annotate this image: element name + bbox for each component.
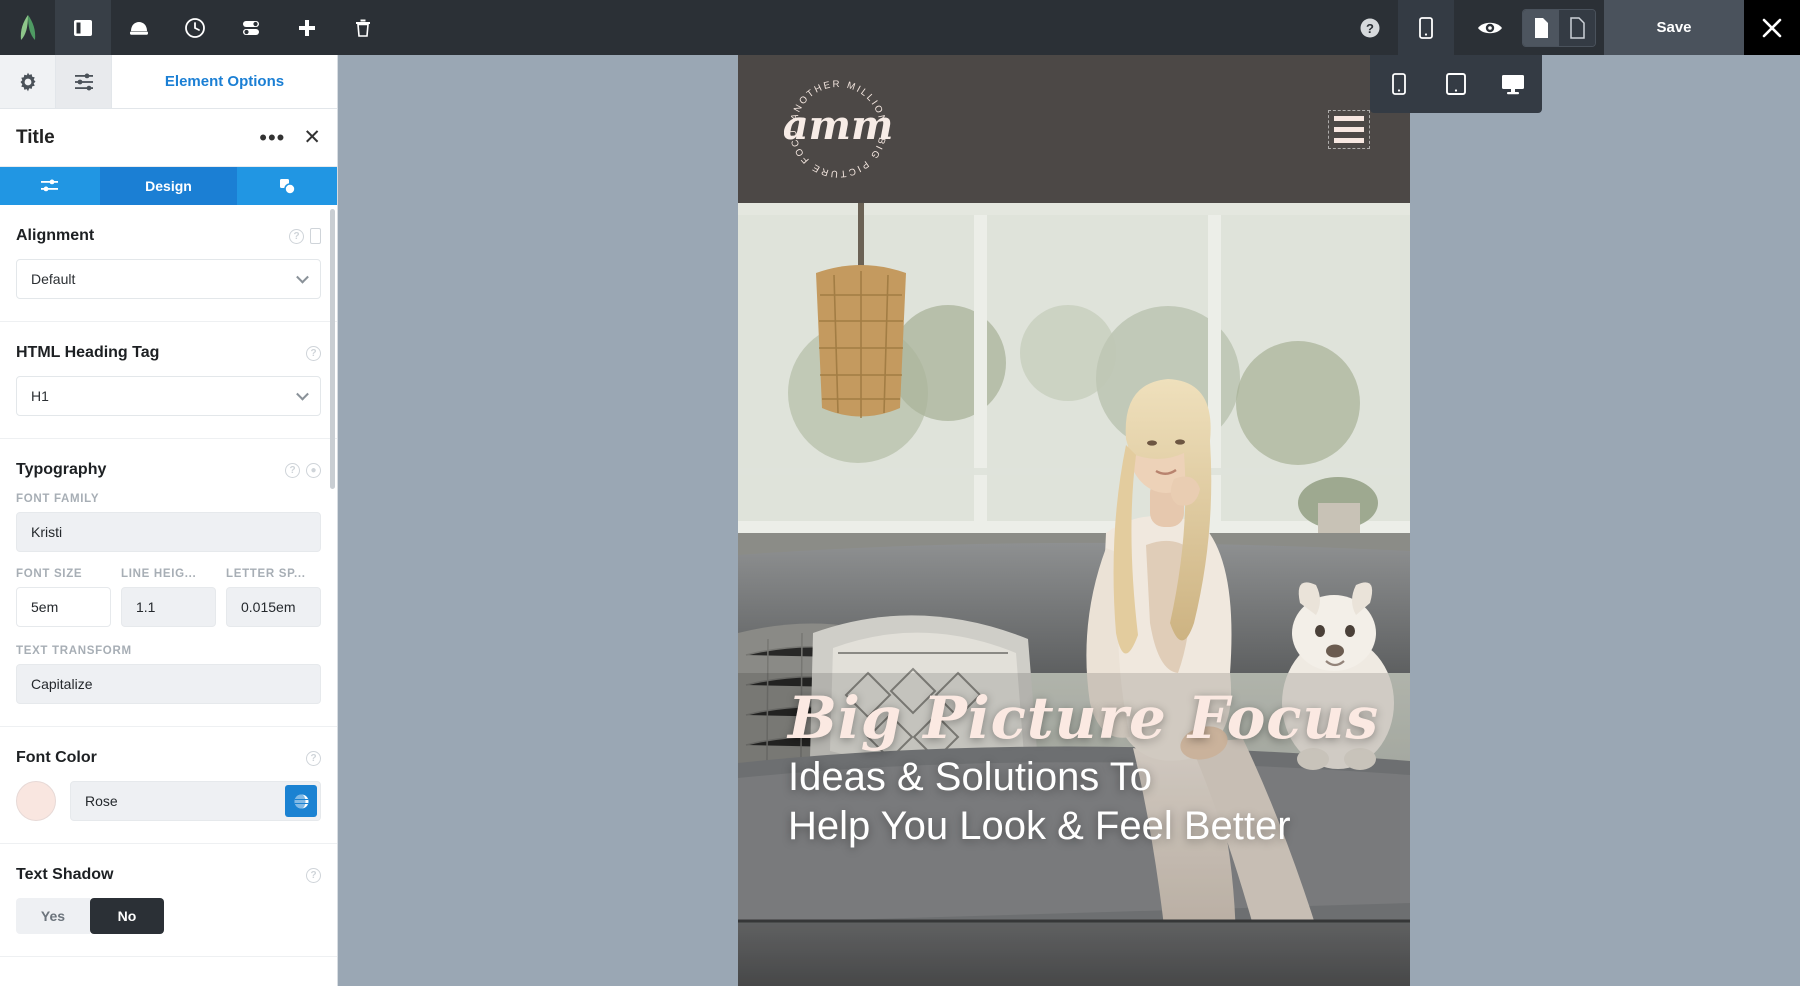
- panel-toggle-icon[interactable]: [55, 0, 111, 55]
- help-icon[interactable]: ?: [306, 751, 321, 766]
- panel-tab-bar: Element Options: [0, 55, 337, 109]
- color-swatch[interactable]: [16, 781, 56, 821]
- section-text-shadow: Text Shadow ? Yes No: [0, 844, 337, 957]
- gear-icon[interactable]: [0, 55, 56, 108]
- section-alignment: Alignment ? Default: [0, 205, 337, 322]
- tab-content[interactable]: [0, 167, 100, 205]
- tab-element-options[interactable]: Element Options: [112, 55, 337, 108]
- hero-text-block: Big Picture Focus Ideas & Solutions To H…: [788, 689, 1380, 851]
- tab-extras[interactable]: [237, 167, 337, 205]
- font-family-value: Kristi: [31, 524, 62, 540]
- letter-spacing-value: 0.015em: [241, 599, 295, 615]
- preview-group: [1454, 0, 1604, 55]
- preview-canvas: ANOTHER MILLION MILES · BIG PICTURE FOCU…: [338, 55, 1800, 986]
- chevron-down-icon: [296, 271, 309, 284]
- trash-icon[interactable]: [335, 0, 391, 55]
- plus-icon[interactable]: [279, 0, 335, 55]
- text-transform-input[interactable]: Capitalize: [16, 664, 321, 704]
- section-typography: Typography ? ● Font Family Kristi Font S…: [0, 439, 337, 727]
- letter-spacing-label: Letter Sp...: [226, 568, 321, 580]
- heading-tag-select[interactable]: H1: [16, 376, 321, 416]
- font-size-value: 5em: [31, 599, 58, 615]
- device-mobile-option[interactable]: [1376, 72, 1422, 96]
- history-clock-icon[interactable]: [167, 0, 223, 55]
- sliders-icon[interactable]: [56, 55, 112, 108]
- responsive-device-icon[interactable]: [310, 228, 321, 244]
- hamburger-menu-icon[interactable]: [1334, 116, 1364, 143]
- font-color-row: Rose: [16, 781, 321, 821]
- save-button[interactable]: Save: [1604, 0, 1744, 55]
- toolbar-right-group: ?: [1342, 0, 1800, 55]
- site-preview-frame: ANOTHER MILLION MILES · BIG PICTURE FOCU…: [738, 55, 1410, 986]
- line-height-input[interactable]: 1.1: [121, 587, 216, 627]
- device-desktop-option[interactable]: [1490, 72, 1536, 96]
- top-toolbar: ?: [0, 0, 1800, 55]
- toolbar-spacer: [391, 0, 1342, 55]
- font-family-label: Font Family: [16, 493, 321, 505]
- line-height-label: Line Heig...: [121, 568, 216, 580]
- text-transform-value: Capitalize: [31, 676, 92, 692]
- chevron-down-icon: [296, 388, 309, 401]
- text-shadow-label: Text Shadow: [16, 866, 306, 884]
- svg-text:?: ?: [1366, 21, 1374, 36]
- font-size-input[interactable]: 5em: [16, 587, 111, 627]
- alignment-value: Default: [31, 271, 75, 287]
- panel-header: Title ••• ✕: [0, 109, 337, 167]
- hero-background-photo: [738, 203, 1410, 986]
- help-icon[interactable]: ?: [1342, 0, 1398, 55]
- device-selector-button[interactable]: [1398, 0, 1454, 55]
- page-title: Title: [16, 127, 259, 149]
- help-icon[interactable]: ?: [289, 229, 304, 244]
- reset-globe-icon[interactable]: ●: [306, 463, 321, 478]
- eye-icon[interactable]: [1462, 18, 1518, 38]
- close-editor-button[interactable]: [1744, 0, 1800, 55]
- editor-root: ?: [0, 0, 1800, 986]
- letter-spacing-input[interactable]: 0.015em: [226, 587, 321, 627]
- line-height-value: 1.1: [136, 599, 155, 615]
- typography-metrics-row: Font Size 5em Line Heig... 1.1 Letter Sp…: [16, 568, 321, 627]
- avada-logo[interactable]: [0, 0, 55, 55]
- hero-subheading-line-2[interactable]: Help You Look & Feel Better: [788, 802, 1380, 851]
- close-icon[interactable]: ✕: [303, 127, 321, 148]
- device-dropdown-menu: [1370, 55, 1542, 113]
- site-logo[interactable]: ANOTHER MILLION MILES · BIG PICTURE FOCU…: [784, 75, 892, 183]
- globe-icon[interactable]: [285, 785, 317, 817]
- hero-script-heading[interactable]: Big Picture Focus: [788, 689, 1380, 747]
- hero-section: Big Picture Focus Ideas & Solutions To H…: [738, 203, 1410, 986]
- text-shadow-no-button[interactable]: No: [90, 898, 164, 934]
- section-heading-tag: HTML Heading Tag ? H1: [0, 322, 337, 439]
- more-options-icon[interactable]: •••: [259, 127, 285, 149]
- save-disk-icon[interactable]: [111, 0, 167, 55]
- alignment-select[interactable]: Default: [16, 259, 321, 299]
- font-color-label: Font Color: [16, 749, 306, 767]
- toggles-icon[interactable]: [223, 0, 279, 55]
- text-shadow-yes-button[interactable]: Yes: [16, 898, 90, 934]
- help-icon[interactable]: ?: [306, 346, 321, 361]
- page-icon-filled[interactable]: [1523, 10, 1559, 46]
- page-icon-outline[interactable]: [1559, 10, 1595, 46]
- text-shadow-toggle: Yes No: [16, 898, 321, 934]
- section-font-color: Font Color ? Rose: [0, 727, 337, 844]
- alignment-label: Alignment: [16, 227, 289, 245]
- svg-text:amm: amm: [784, 102, 892, 149]
- font-color-value: Rose: [85, 793, 118, 809]
- text-transform-label: Text Transform: [16, 645, 321, 657]
- typography-label: Typography: [16, 461, 285, 479]
- panel-subtabs: Design: [0, 167, 337, 205]
- element-options-panel: Element Options Title ••• ✕ Design: [0, 55, 338, 986]
- font-size-label: Font Size: [16, 568, 111, 580]
- tab-design[interactable]: Design: [100, 167, 237, 205]
- font-family-input[interactable]: Kristi: [16, 512, 321, 552]
- heading-tag-value: H1: [31, 388, 49, 404]
- font-color-input[interactable]: Rose: [70, 781, 321, 821]
- panel-scroll-area[interactable]: Alignment ? Default HTML Heading Tag ?: [0, 205, 337, 986]
- heading-tag-label: HTML Heading Tag: [16, 344, 306, 362]
- help-icon[interactable]: ?: [285, 463, 300, 478]
- page-mode-toggle: [1522, 9, 1596, 47]
- panel-scrollbar[interactable]: [330, 209, 335, 489]
- site-header: ANOTHER MILLION MILES · BIG PICTURE FOCU…: [738, 55, 1410, 203]
- device-tablet-option[interactable]: [1433, 72, 1479, 96]
- help-icon[interactable]: ?: [306, 868, 321, 883]
- hero-subheading-line-1[interactable]: Ideas & Solutions To: [788, 753, 1380, 802]
